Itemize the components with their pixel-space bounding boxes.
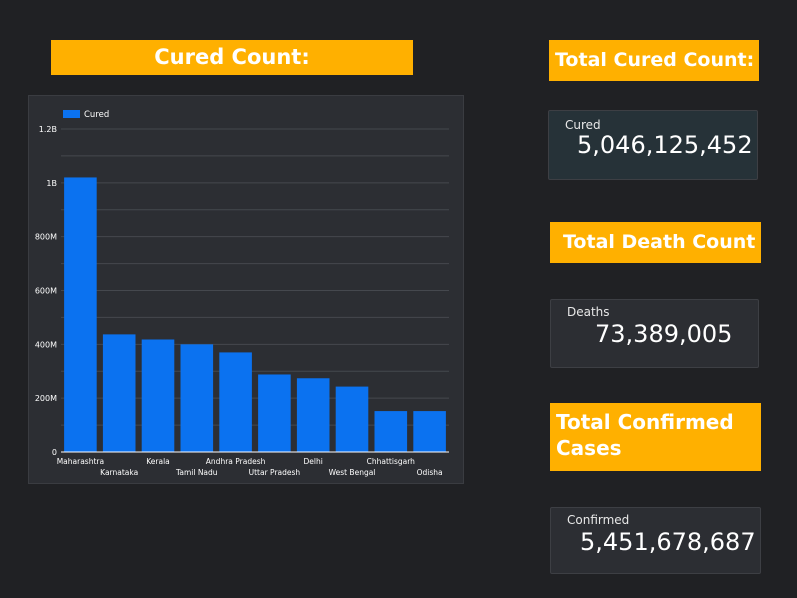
total-confirmed-header: Total Confirmed Cases — [550, 403, 761, 471]
legend-swatch — [63, 110, 80, 118]
bar-chhattisgarh — [374, 411, 408, 452]
cured-scorecard-value: 5,046,125,452 — [577, 131, 753, 159]
bar-uttar-pradesh — [258, 374, 291, 452]
x-category-label: Andhra Pradesh — [206, 457, 266, 466]
total-death-header: Total Death Count — [550, 222, 761, 263]
bar-maharashtra — [64, 177, 97, 452]
x-category-label: Delhi — [304, 457, 323, 466]
bar-tamil-nadu — [180, 344, 214, 452]
x-category-label: Chhattisgarh — [367, 457, 416, 466]
y-tick-label: 1B — [46, 179, 57, 188]
chart-title: Cured Count: — [51, 40, 413, 75]
bar-kerala — [141, 339, 175, 452]
x-category-label: Odisha — [417, 468, 443, 477]
cured-scorecard: Cured 5,046,125,452 — [548, 110, 758, 180]
bar-karnataka — [102, 334, 136, 452]
total-cured-header: Total Cured Count: — [549, 40, 759, 81]
deaths-scorecard-value: 73,389,005 — [595, 320, 733, 348]
bar-andhra-pradesh — [219, 352, 252, 452]
bar-west-bengal — [335, 386, 369, 452]
y-tick-label: 800M — [35, 233, 57, 242]
y-tick-label: 200M — [35, 394, 57, 403]
confirmed-scorecard: Confirmed 5,451,678,687 — [550, 507, 761, 574]
y-tick-label: 0 — [52, 448, 57, 457]
x-category-label: Kerala — [146, 457, 170, 466]
deaths-scorecard-label: Deaths — [567, 305, 610, 319]
y-tick-label: 400M — [35, 340, 57, 349]
confirmed-scorecard-label: Confirmed — [567, 513, 630, 527]
deaths-scorecard: Deaths 73,389,005 — [550, 299, 759, 368]
y-tick-label: 1.2B — [39, 125, 57, 134]
bar-odisha — [413, 411, 446, 452]
cured-scorecard-label: Cured — [565, 118, 601, 132]
x-category-label: Uttar Pradesh — [249, 468, 301, 477]
confirmed-scorecard-value: 5,451,678,687 — [580, 528, 756, 556]
cured-bar-chart: 0 200M 400M 600M 800M 1B 1.2B Maharashtra Karnat… — [28, 95, 464, 484]
bar-delhi — [296, 378, 330, 452]
x-category-label: Karnataka — [100, 468, 138, 477]
x-category-label: Maharashtra — [57, 457, 104, 466]
legend-label: Cured — [84, 110, 109, 120]
y-tick-label: 600M — [35, 287, 57, 296]
chart-svg: 0 200M 400M 600M 800M 1B 1.2B Maharashtra Karnat… — [35, 110, 449, 477]
x-category-label: Tamil Nadu — [175, 468, 218, 477]
x-category-label: West Bengal — [329, 468, 376, 477]
